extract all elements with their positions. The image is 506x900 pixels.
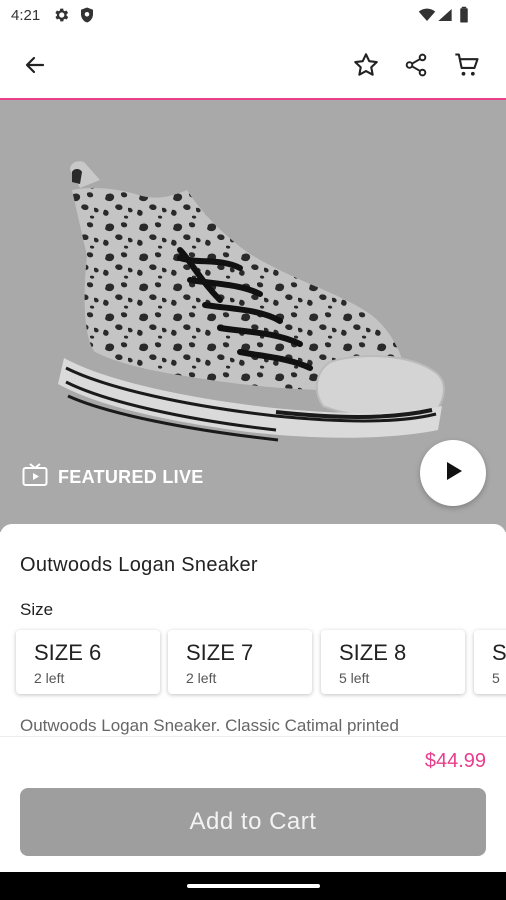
product-details-sheet: Outwoods Logan Sneaker Size SIZE 6 2 lef… bbox=[0, 524, 506, 736]
size-option-label: SIZE 6 bbox=[34, 640, 102, 665]
settings-icon bbox=[52, 6, 70, 29]
signal-icon bbox=[437, 6, 453, 29]
size-selector: SIZE 6 2 left SIZE 7 2 left SIZE 8 5 lef… bbox=[16, 630, 506, 700]
size-option-label: SIZE 8 bbox=[339, 640, 407, 665]
home-gesture-handle[interactable] bbox=[187, 884, 320, 888]
size-option-label: SIZE 7 bbox=[186, 640, 254, 665]
add-to-cart-button[interactable]: Add to Cart bbox=[20, 788, 486, 856]
purchase-footer: $44.99 Add to Cart bbox=[0, 736, 506, 873]
back-arrow-icon[interactable] bbox=[20, 50, 50, 80]
wifi-icon bbox=[418, 6, 436, 29]
size-option-stock: 2 left bbox=[186, 670, 217, 686]
size-option-6[interactable]: SIZE 6 2 left bbox=[16, 630, 160, 694]
cart-icon[interactable] bbox=[452, 50, 482, 80]
featured-live-badge: FEATURED LIVE bbox=[22, 463, 204, 492]
size-option-partial[interactable]: S 5 bbox=[474, 630, 506, 694]
product-title: Outwoods Logan Sneaker bbox=[20, 554, 258, 576]
size-option-stock: 2 left bbox=[34, 670, 65, 686]
size-option-8[interactable]: SIZE 8 5 left bbox=[321, 630, 465, 694]
size-option-label: S bbox=[492, 640, 506, 665]
app-bar bbox=[0, 32, 506, 100]
star-icon[interactable] bbox=[351, 50, 381, 80]
product-price: $44.99 bbox=[424, 750, 486, 772]
shield-icon bbox=[78, 6, 96, 29]
size-option-stock: 5 bbox=[492, 670, 500, 686]
featured-live-label: FEATURED LIVE bbox=[58, 467, 204, 487]
product-description: Outwoods Logan Sneaker. Classic Catimal … bbox=[20, 716, 399, 735]
system-nav-bar bbox=[0, 872, 506, 900]
size-option-7[interactable]: SIZE 7 2 left bbox=[168, 630, 312, 694]
status-bar: 4:21 bbox=[0, 0, 506, 32]
share-icon[interactable] bbox=[401, 50, 431, 80]
status-time: 4:21 bbox=[11, 7, 41, 24]
battery-icon bbox=[458, 6, 470, 29]
size-option-stock: 5 left bbox=[339, 670, 370, 686]
play-icon bbox=[442, 460, 464, 487]
play-video-button[interactable] bbox=[420, 440, 486, 506]
live-tv-icon bbox=[22, 463, 48, 492]
size-heading: Size bbox=[20, 600, 54, 619]
